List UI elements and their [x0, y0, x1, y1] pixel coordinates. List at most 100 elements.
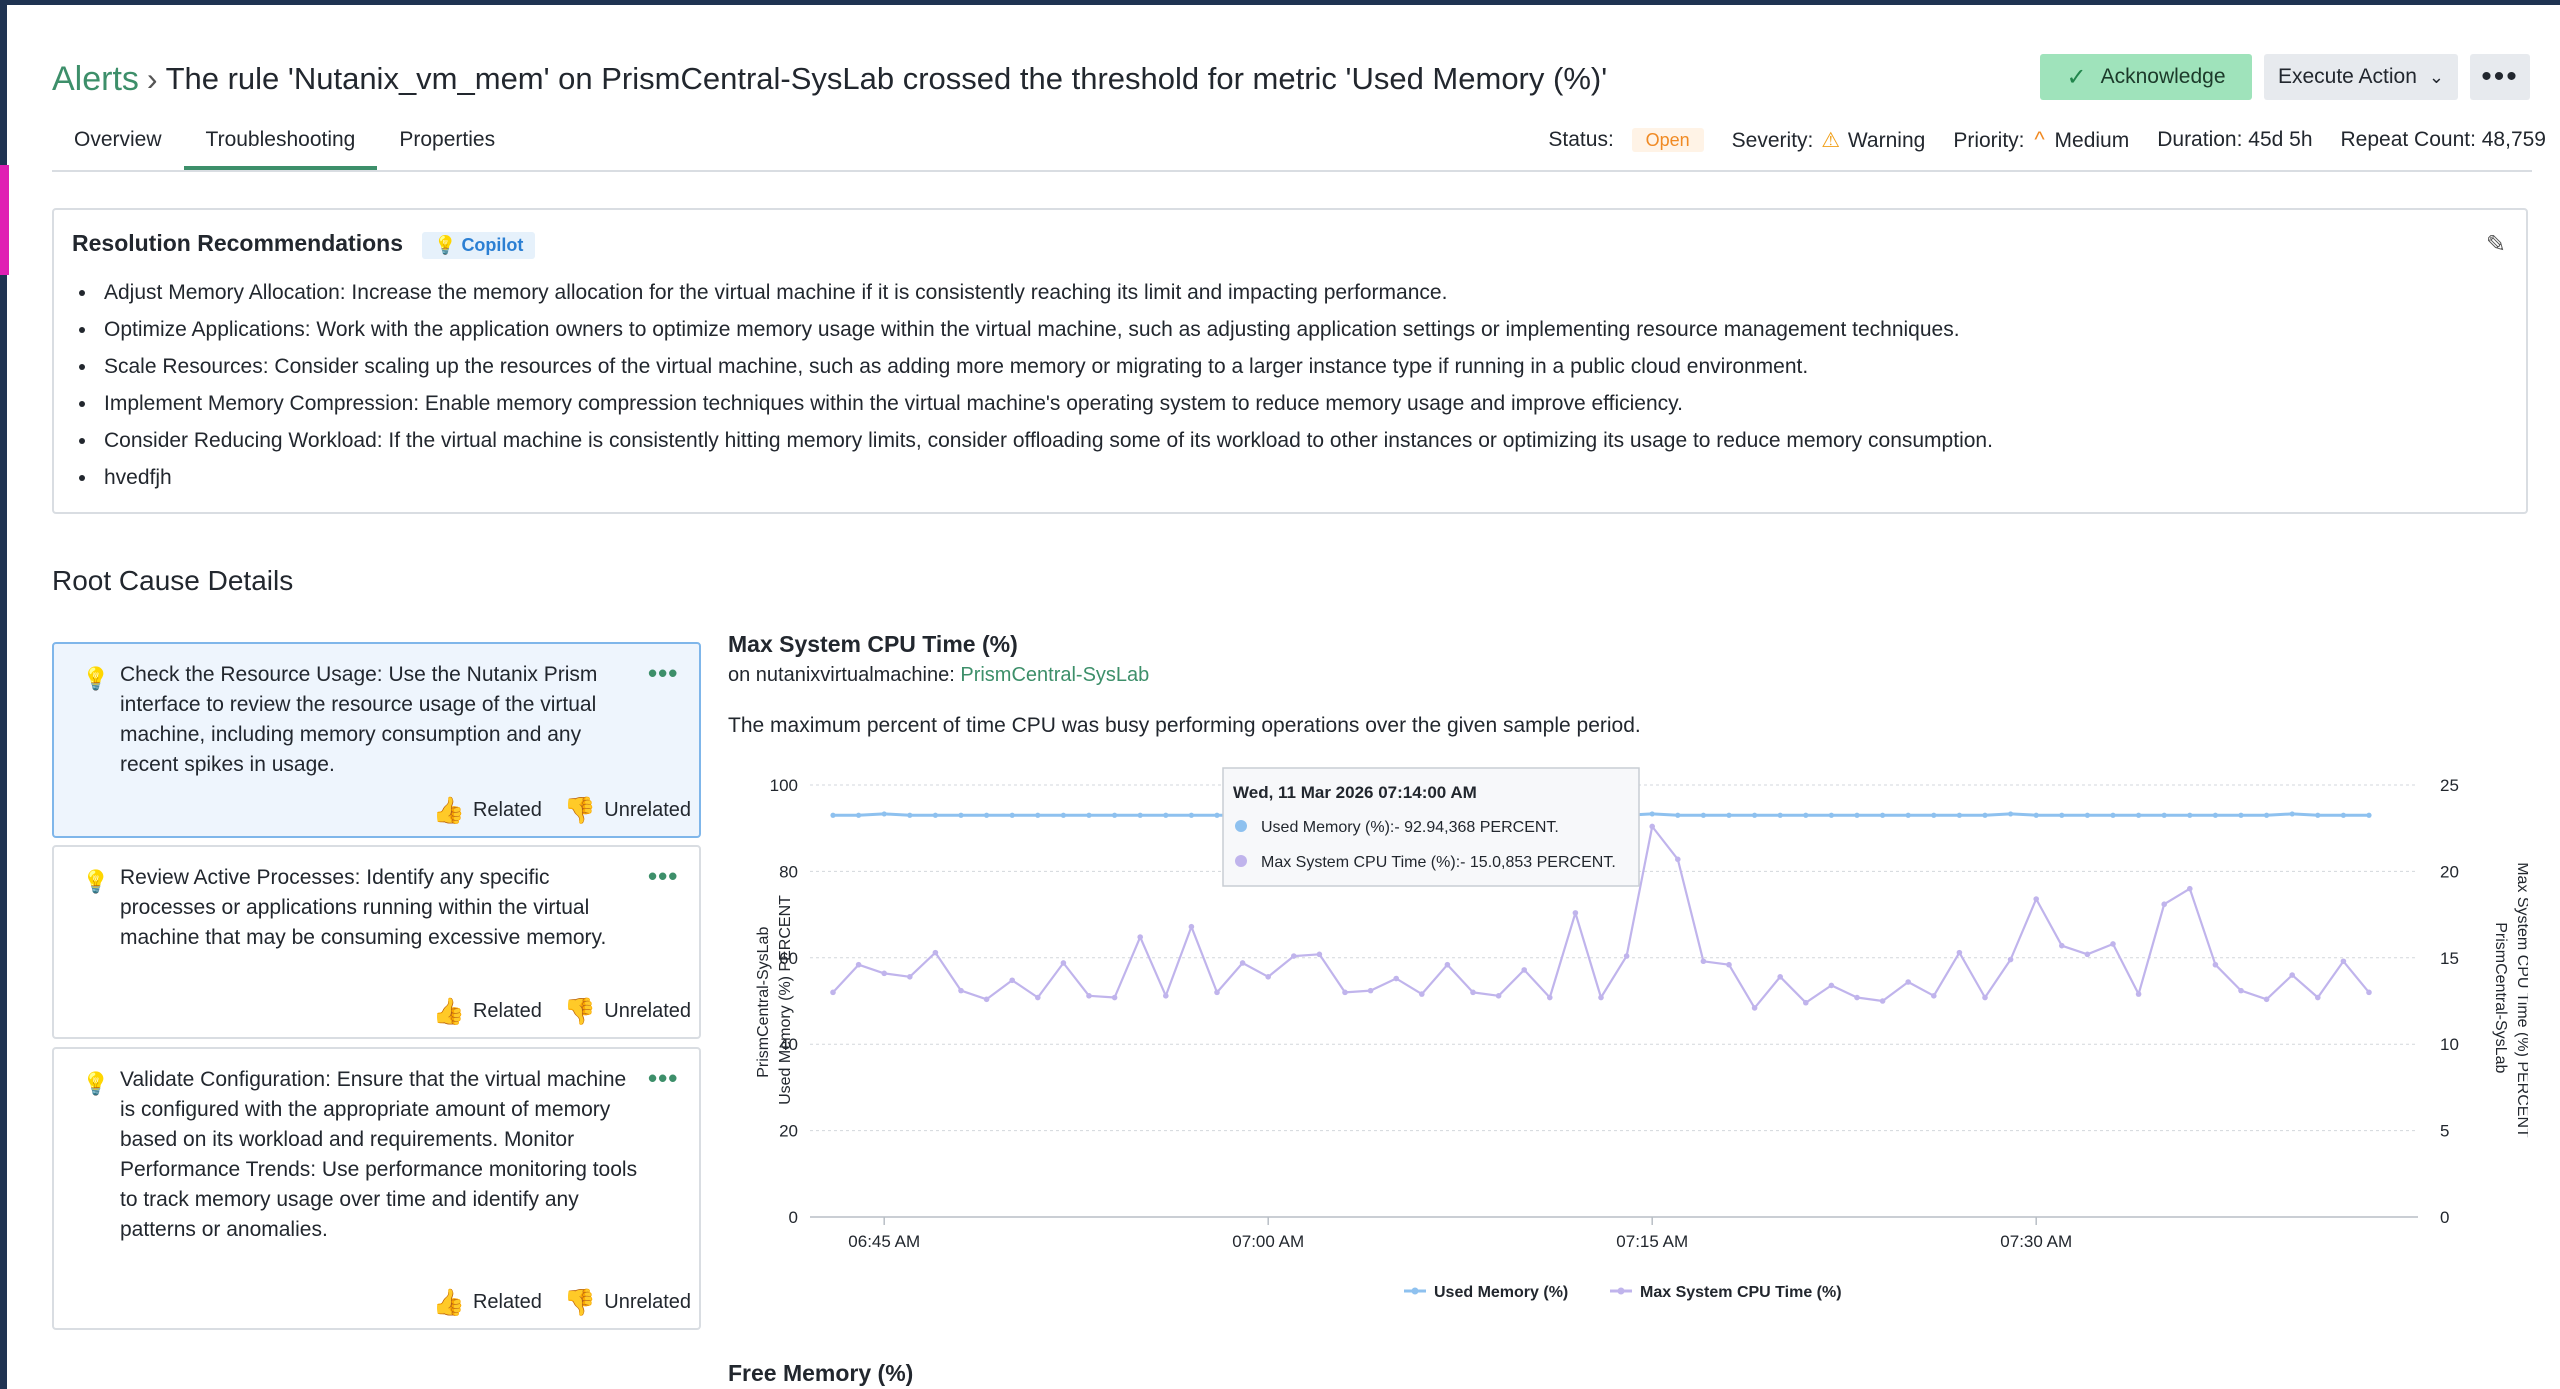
- cpu-time-point[interactable]: [1470, 989, 1476, 996]
- cpu-time-point[interactable]: [830, 989, 836, 996]
- used-memory-point[interactable]: [1726, 812, 1732, 818]
- cpu-time-point[interactable]: [1675, 856, 1681, 863]
- cpu-time-point[interactable]: [1572, 910, 1579, 916]
- used-memory-point[interactable]: [1009, 812, 1015, 818]
- cpu-time-point[interactable]: [2340, 958, 2347, 965]
- cpu-time-point[interactable]: [1649, 823, 1655, 830]
- cpu-time-point[interactable]: [983, 996, 990, 1003]
- used-memory-point[interactable]: [2264, 812, 2270, 818]
- cpu-time-point[interactable]: [1777, 974, 1783, 980]
- cpu-memory-line-chart[interactable]: 020406080100 0510152025 06:45 AM 07:00 AM…: [728, 760, 2528, 1310]
- cpu-time-point[interactable]: [2366, 989, 2372, 996]
- used-memory-point[interactable]: [1060, 812, 1066, 818]
- cpu-time-point[interactable]: [2135, 991, 2142, 997]
- used-memory-point[interactable]: [2340, 812, 2346, 818]
- used-memory-point[interactable]: [1982, 812, 1988, 818]
- tab-properties[interactable]: Properties: [377, 120, 517, 170]
- more-actions-button[interactable]: •••: [2470, 54, 2530, 100]
- cpu-time-point[interactable]: [907, 974, 913, 980]
- used-memory-point[interactable]: [1163, 812, 1169, 818]
- cpu-time-point[interactable]: [2263, 996, 2270, 1003]
- used-memory-point[interactable]: [1137, 812, 1143, 818]
- cpu-time-point[interactable]: [1137, 934, 1143, 940]
- unrelated-button[interactable]: 👎 Unrelated: [564, 996, 691, 1027]
- used-memory-point[interactable]: [2315, 812, 2321, 818]
- cpu-time-point[interactable]: [2289, 972, 2295, 978]
- used-memory-point[interactable]: [984, 812, 990, 818]
- cpu-time-point[interactable]: [1547, 994, 1553, 1001]
- cpu-time-point[interactable]: [2315, 994, 2321, 1001]
- used-memory-point[interactable]: [830, 812, 836, 818]
- used-memory-point[interactable]: [1905, 812, 1911, 818]
- used-memory-point[interactable]: [1777, 812, 1783, 818]
- related-button[interactable]: 👍 Related: [433, 1287, 542, 1318]
- cpu-time-point[interactable]: [2161, 901, 2167, 908]
- used-memory-point[interactable]: [2366, 812, 2372, 818]
- used-memory-point[interactable]: [2161, 812, 2167, 818]
- cpu-time-point[interactable]: [1367, 987, 1374, 994]
- cpu-time-point[interactable]: [1086, 993, 1092, 999]
- used-memory-point[interactable]: [2008, 811, 2014, 817]
- used-memory-point[interactable]: [2187, 812, 2193, 818]
- root-cause-card[interactable]: 💡 Review Active Processes: Identify any …: [52, 845, 701, 1039]
- cpu-time-point[interactable]: [1163, 993, 1169, 999]
- tab-overview[interactable]: Overview: [52, 120, 184, 170]
- cpu-time-point[interactable]: [1700, 958, 1707, 965]
- used-memory-point[interactable]: [1828, 812, 1834, 818]
- cpu-time-point[interactable]: [1009, 977, 1015, 984]
- cpu-time-point[interactable]: [1879, 998, 1886, 1004]
- cpu-time-point[interactable]: [932, 949, 939, 956]
- cpu-time-point[interactable]: [1623, 953, 1630, 959]
- used-memory-point[interactable]: [2033, 812, 2039, 818]
- root-cause-card[interactable]: 💡 Check the Resource Usage: Use the Nuta…: [52, 642, 701, 838]
- cpu-time-point[interactable]: [1956, 949, 1963, 956]
- cpu-time-point[interactable]: [1342, 989, 1348, 996]
- used-memory-point[interactable]: [2289, 811, 2295, 817]
- used-memory-point[interactable]: [1675, 812, 1681, 818]
- execute-action-dropdown[interactable]: Execute Action ⌄: [2264, 54, 2458, 100]
- cpu-time-point[interactable]: [1393, 975, 1399, 982]
- cpu-time-point[interactable]: [881, 970, 887, 977]
- breadcrumb-alerts-link[interactable]: Alerts: [52, 60, 139, 99]
- used-memory-point[interactable]: [2059, 812, 2065, 818]
- cpu-time-point[interactable]: [1265, 974, 1271, 980]
- used-memory-point[interactable]: [907, 812, 913, 818]
- cpu-time-point[interactable]: [1982, 994, 1988, 1001]
- unrelated-button[interactable]: 👎 Unrelated: [564, 795, 691, 826]
- cpu-time-point[interactable]: [1060, 960, 1067, 966]
- cpu-time-point[interactable]: [1726, 961, 1732, 968]
- used-memory-point[interactable]: [856, 812, 862, 818]
- cpu-time-point[interactable]: [1188, 923, 1195, 930]
- cpu-time-point[interactable]: [1521, 967, 1527, 973]
- pencil-edit-icon[interactable]: ✎: [2486, 230, 2506, 259]
- used-memory-point[interactable]: [2110, 812, 2116, 818]
- used-memory-point[interactable]: [932, 812, 938, 818]
- used-memory-point[interactable]: [1803, 812, 1809, 818]
- used-memory-point[interactable]: [881, 811, 887, 817]
- cpu-time-point[interactable]: [2033, 896, 2039, 902]
- used-memory-point[interactable]: [1931, 812, 1937, 818]
- cpu-time-point[interactable]: [2238, 987, 2244, 994]
- cpu-time-point[interactable]: [1854, 994, 1860, 1001]
- cpu-time-point[interactable]: [1214, 989, 1220, 996]
- cpu-time-point[interactable]: [2212, 961, 2219, 968]
- used-memory-point[interactable]: [958, 812, 964, 818]
- root-cause-card[interactable]: 💡 Validate Configuration: Ensure that th…: [52, 1047, 701, 1330]
- cpu-time-point[interactable]: [2110, 941, 2116, 947]
- entity-link[interactable]: PrismCentral-SysLab: [960, 664, 1149, 686]
- unrelated-button[interactable]: 👎 Unrelated: [564, 1287, 691, 1318]
- cpu-time-point[interactable]: [1111, 994, 1118, 1001]
- card-more-options-icon[interactable]: •••: [648, 1063, 678, 1094]
- used-memory-point[interactable]: [2212, 812, 2218, 818]
- cpu-time-point[interactable]: [1444, 961, 1451, 968]
- cpu-time-point[interactable]: [2084, 951, 2091, 958]
- legend-cpu-label[interactable]: Max System CPU Time (%): [1640, 1284, 1842, 1301]
- cpu-time-point[interactable]: [1035, 994, 1041, 1001]
- cpu-time-point[interactable]: [1419, 991, 1425, 997]
- used-memory-point[interactable]: [1880, 812, 1886, 818]
- used-memory-point[interactable]: [1188, 812, 1194, 818]
- cpu-time-point[interactable]: [1316, 951, 1323, 958]
- used-memory-point[interactable]: [1214, 812, 1220, 818]
- used-memory-point[interactable]: [1752, 812, 1758, 818]
- cpu-time-point[interactable]: [958, 987, 964, 994]
